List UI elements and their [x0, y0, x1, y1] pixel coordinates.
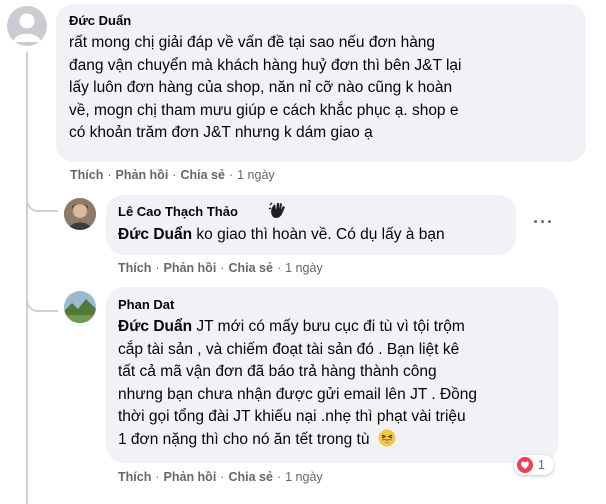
comment-actions: Thích · Phản hồi · Chia sẻ · 1 ngày — [70, 168, 275, 182]
reaction-summary[interactable]: 1 — [514, 455, 554, 475]
comment-actions: Thích · Phản hồi · Chia sẻ · 1 ngày — [118, 470, 323, 484]
comment-author[interactable]: Phan Dat — [118, 297, 174, 312]
share-link[interactable]: Chia sẻ — [180, 168, 224, 182]
reply-link[interactable]: Phản hồi — [116, 168, 169, 182]
comment-text: rất mong chị giải đáp về vấn đề tại sao … — [69, 34, 462, 141]
reply-link[interactable]: Phản hồi — [164, 261, 217, 275]
avatar[interactable] — [64, 291, 96, 323]
more-options-icon[interactable]: ··· — [533, 212, 554, 233]
grinning-squinting-emoji — [378, 429, 396, 455]
like-link[interactable]: Thích — [70, 168, 103, 182]
reply-connector — [26, 280, 58, 312]
comment-actions: Thích · Phản hồi · Chia sẻ · 1 ngày — [118, 261, 323, 275]
timestamp[interactable]: 1 ngày — [285, 470, 323, 484]
waving-hand-badge-icon[interactable] — [268, 201, 288, 219]
default-avatar-icon — [13, 13, 41, 42]
mention-link[interactable]: Đức Duẩn — [118, 226, 192, 243]
share-link[interactable]: Chia sẻ — [228, 470, 272, 484]
share-link[interactable]: Chia sẻ — [228, 261, 272, 275]
reply-connector — [26, 180, 58, 212]
thread-line — [26, 52, 28, 504]
comment-author[interactable]: Đức Duẩn — [69, 13, 131, 28]
avatar[interactable] — [64, 198, 96, 230]
love-reaction-icon — [517, 457, 533, 473]
comment-text: Đức Duẩn ko giao thì hoàn về. Có dụ lấy … — [118, 226, 445, 243]
like-link[interactable]: Thích — [118, 470, 151, 484]
comment-author[interactable]: Lê Cao Thạch Thảo — [118, 204, 238, 219]
profile-photo-icon — [64, 198, 96, 230]
timestamp[interactable]: 1 ngày — [285, 261, 323, 275]
like-link[interactable]: Thích — [118, 261, 151, 275]
reply-link[interactable]: Phản hồi — [164, 470, 217, 484]
mention-link[interactable]: Đức Duẩn — [118, 318, 192, 335]
comment-text: Đức Duẩn JT mới có mấy bưu cục đi tù vì … — [118, 316, 554, 454]
profile-photo-icon — [64, 291, 96, 323]
timestamp[interactable]: 1 ngày — [237, 168, 275, 182]
reaction-count: 1 — [538, 458, 545, 472]
avatar[interactable] — [7, 6, 47, 46]
